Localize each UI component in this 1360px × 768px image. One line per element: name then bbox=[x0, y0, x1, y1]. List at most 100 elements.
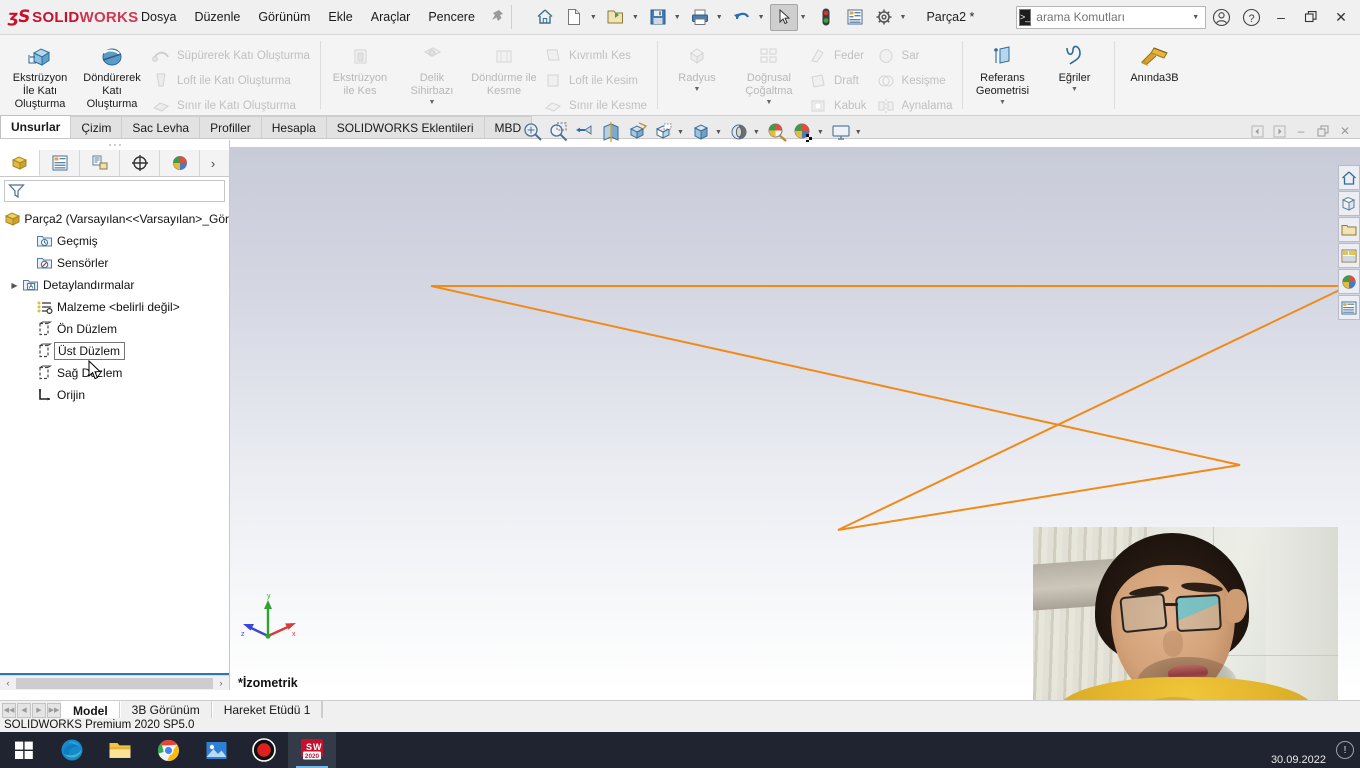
boundary-cut-button[interactable]: Sınır ile Kesme bbox=[540, 93, 653, 118]
rebuild-icon[interactable] bbox=[812, 4, 840, 31]
nav-first-icon[interactable]: ◀◀ bbox=[2, 702, 16, 718]
new-document-icon[interactable] bbox=[560, 4, 588, 31]
appearances-dropdown-caret[interactable]: ▼ bbox=[816, 129, 828, 136]
sweep-boss-button[interactable]: Süpürerek Katı Oluşturma bbox=[148, 43, 316, 68]
open-document-dropdown-caret[interactable]: ▼ bbox=[631, 14, 643, 21]
tree-item-sag-duzlem[interactable]: Sağ Düzlem bbox=[0, 362, 229, 384]
next-doc-icon[interactable] bbox=[1268, 120, 1290, 142]
extrude-boss-button[interactable]: Ekstrüzyon İle Katı Oluşturma bbox=[4, 38, 76, 111]
previous-view-icon[interactable] bbox=[572, 119, 598, 145]
view-palette-icon[interactable] bbox=[1338, 243, 1360, 268]
settings-gear-icon[interactable] bbox=[870, 4, 898, 31]
edit-appearance-icon[interactable] bbox=[726, 119, 752, 145]
extrude-cut-button[interactable]: Ekstrüzyon ile Kes bbox=[324, 38, 396, 98]
revolve-cut-button[interactable]: Döndürme ile Kesme bbox=[468, 38, 540, 98]
select-dropdown-caret[interactable]: ▼ bbox=[799, 14, 811, 21]
scroll-left-arrow-icon[interactable]: ‹ bbox=[1, 678, 15, 688]
hide-show-dropdown-caret[interactable]: ▼ bbox=[714, 129, 726, 136]
menu-item-duzenle[interactable]: Düzenle bbox=[185, 6, 249, 28]
appearances-library-icon[interactable] bbox=[1338, 191, 1360, 216]
save-icon[interactable] bbox=[644, 4, 672, 31]
fillet-button[interactable]: Radyus ▼ bbox=[661, 38, 733, 94]
menu-item-pencere[interactable]: Pencere bbox=[419, 6, 484, 28]
section-view-icon[interactable] bbox=[598, 119, 624, 145]
property-manager-tab[interactable] bbox=[40, 150, 80, 176]
photos-icon[interactable] bbox=[192, 732, 240, 768]
view-settings-dropdown-caret[interactable]: ▼ bbox=[854, 129, 866, 136]
options-list-icon[interactable] bbox=[841, 4, 869, 31]
appearance-sphere-icon[interactable] bbox=[1338, 269, 1360, 294]
instant3d-button[interactable]: Anında3B bbox=[1118, 38, 1190, 85]
display-style-icon[interactable] bbox=[650, 119, 676, 145]
nav-last-icon[interactable]: ▶▶ bbox=[47, 702, 61, 718]
tree-item-ust-duzlem[interactable]: Üst Düzlem bbox=[0, 340, 229, 362]
curves-button[interactable]: Eğriler ▼ bbox=[1038, 38, 1110, 94]
hole-wizard-button[interactable]: Delik Sihirbazı ▼ bbox=[396, 38, 468, 107]
doc-minimize-icon[interactable]: – bbox=[1290, 120, 1312, 142]
tree-item-part[interactable]: Parça2 (Varsayılan<<Varsayılan>_Gör bbox=[0, 208, 229, 230]
feature-filter-input[interactable] bbox=[25, 184, 221, 198]
scroll-right-arrow-icon[interactable]: › bbox=[214, 678, 228, 688]
screen-recorder-icon[interactable] bbox=[240, 732, 288, 768]
rib-button[interactable]: Feder bbox=[805, 43, 873, 68]
command-search-box[interactable]: >_ ▼ bbox=[1016, 5, 1206, 29]
linear-pattern-dropdown-caret[interactable]: ▼ bbox=[765, 99, 772, 107]
tree-expander[interactable]: ▶ bbox=[8, 281, 21, 290]
model-tab-hareket-etudu[interactable]: Hareket Etüdü 1 bbox=[211, 701, 323, 719]
tab-cizim[interactable]: Çizim bbox=[70, 116, 123, 138]
prev-doc-icon[interactable] bbox=[1246, 120, 1268, 142]
tree-item-malzeme[interactable]: Malzeme <belirli değil> bbox=[0, 296, 229, 318]
home-icon[interactable] bbox=[531, 4, 559, 31]
tree-item-orijin[interactable]: Orijin bbox=[0, 384, 229, 406]
dimxpert-manager-tab[interactable] bbox=[120, 150, 160, 176]
configuration-manager-tab[interactable] bbox=[80, 150, 120, 176]
tab-solidworks-eklentileri[interactable]: SOLIDWORKS Eklentileri bbox=[325, 116, 485, 138]
apply-scene-icon[interactable] bbox=[764, 119, 790, 145]
file-explorer-icon[interactable] bbox=[1338, 217, 1360, 242]
pin-icon[interactable] bbox=[490, 9, 504, 26]
view-settings-icon[interactable] bbox=[828, 119, 854, 145]
wrap-button[interactable]: Sar bbox=[873, 43, 959, 68]
scroll-thumb[interactable] bbox=[16, 677, 213, 689]
curves-dropdown-caret[interactable]: ▼ bbox=[1071, 86, 1078, 94]
view-palette-home-icon[interactable] bbox=[1338, 165, 1360, 190]
restore-button[interactable] bbox=[1296, 2, 1326, 32]
tree-item-detaylandirmalar[interactable]: ▶ A Detaylandırmalar bbox=[0, 274, 229, 296]
appearances-scenes-icon[interactable] bbox=[790, 119, 816, 145]
search-input[interactable] bbox=[1036, 10, 1192, 24]
minimize-button[interactable]: – bbox=[1266, 2, 1296, 32]
menu-item-araclar[interactable]: Araçlar bbox=[362, 6, 420, 28]
nav-next-icon[interactable]: ▶ bbox=[32, 702, 46, 718]
doc-restore-icon[interactable] bbox=[1312, 120, 1334, 142]
feature-tree-hscrollbar[interactable]: ‹ › bbox=[0, 675, 229, 690]
swept-cut-button[interactable]: Kıvrımlı Kes bbox=[540, 43, 653, 68]
display-manager-tab[interactable] bbox=[160, 150, 200, 176]
display-style-dropdown-caret[interactable]: ▼ bbox=[676, 129, 688, 136]
select-cursor-icon[interactable] bbox=[769, 3, 798, 31]
nav-prev-icon[interactable]: ◀ bbox=[17, 702, 31, 718]
file-explorer-taskbar-icon[interactable] bbox=[96, 732, 144, 768]
solidworks-taskbar-icon[interactable]: S W 2020 bbox=[288, 732, 336, 768]
account-icon[interactable] bbox=[1206, 2, 1236, 32]
google-chrome-icon[interactable] bbox=[144, 732, 192, 768]
save-dropdown-caret[interactable]: ▼ bbox=[673, 14, 685, 21]
close-button[interactable]: ✕ bbox=[1326, 2, 1356, 32]
linear-pattern-button[interactable]: Doğrusal Çoğaltma ▼ bbox=[733, 38, 805, 107]
print-icon[interactable] bbox=[686, 4, 714, 31]
chevron-right-icon[interactable]: › bbox=[200, 150, 226, 176]
menu-item-gorunum[interactable]: Görünüm bbox=[249, 6, 319, 28]
zoom-to-area-icon[interactable] bbox=[546, 119, 572, 145]
tab-sac-levha[interactable]: Sac Levha bbox=[121, 116, 201, 138]
hide-show-items-icon[interactable] bbox=[688, 119, 714, 145]
edit-appearance-dropdown-caret[interactable]: ▼ bbox=[752, 129, 764, 136]
open-document-icon[interactable] bbox=[602, 4, 630, 31]
lofted-cut-button[interactable]: Loft ile Kesim bbox=[540, 68, 653, 93]
help-icon[interactable]: ? bbox=[1236, 2, 1266, 32]
undo-icon[interactable] bbox=[728, 4, 756, 31]
boundary-boss-button[interactable]: Sınır ile Katı Oluşturma bbox=[148, 93, 316, 118]
start-button-icon[interactable] bbox=[0, 732, 48, 768]
shell-button[interactable]: Kabuk bbox=[805, 93, 873, 118]
feature-tree-filter[interactable] bbox=[4, 180, 225, 202]
microsoft-edge-icon[interactable] bbox=[48, 732, 96, 768]
zoom-to-fit-icon[interactable] bbox=[520, 119, 546, 145]
